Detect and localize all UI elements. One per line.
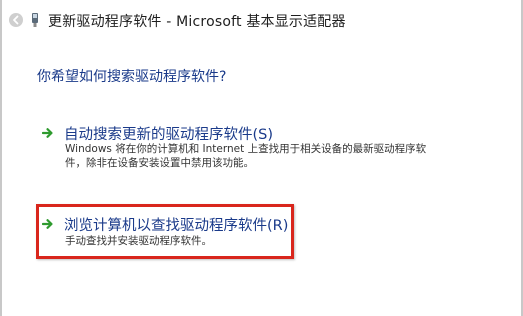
title-bar: 更新驱动程序软件 - Microsoft 基本显示适配器 — [2, 0, 521, 40]
window-title: 更新驱动程序软件 - Microsoft 基本显示适配器 — [48, 14, 346, 30]
device-manager-icon — [32, 13, 38, 27]
update-driver-dialog: 更新驱动程序软件 - Microsoft 基本显示适配器 你希望如何搜索驱动程序… — [0, 0, 523, 316]
highlight-box — [36, 204, 294, 259]
green-arrow-icon — [42, 128, 53, 138]
description-line: 件，除非在设备安装设置中禁用该功能。 — [65, 157, 254, 169]
option-auto-search-title[interactable]: 自动搜索更新的驱动程序软件(S) — [64, 123, 273, 144]
back-button[interactable] — [9, 13, 23, 27]
description-line: Windows 将在你的计算机和 Internet 上查找用于相关设备的最新驱动… — [65, 143, 427, 155]
back-arrow-icon — [13, 15, 19, 25]
search-question: 你希望如何搜索驱动程序软件? — [37, 69, 227, 85]
option-auto-search-description: Windows 将在你的计算机和 Internet 上查找用于相关设备的最新驱动… — [65, 142, 426, 170]
